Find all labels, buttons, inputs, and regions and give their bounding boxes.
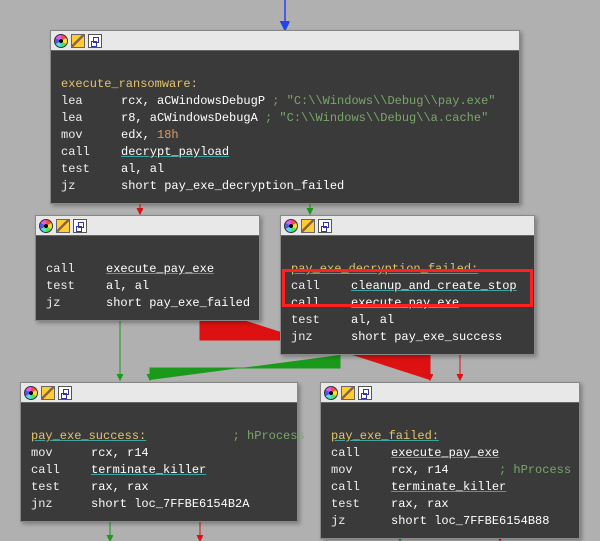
graph-icon[interactable] — [318, 219, 332, 233]
code-body: pay_exe_success: ; hProcess movrcx, r14 … — [21, 403, 297, 521]
block-execute-ransomware[interactable]: execute_ransomware: learcx, aCWindowsDeb… — [50, 30, 520, 204]
block-pay-exe-failed[interactable]: pay_exe_failed: callexecute_pay_exe movr… — [320, 382, 580, 539]
code-body: pay_exe_failed: callexecute_pay_exe movr… — [321, 403, 579, 538]
color-wheel-icon[interactable] — [54, 34, 68, 48]
edit-icon[interactable] — [341, 386, 355, 400]
block-label: execute_ransomware: — [61, 77, 198, 91]
block-titlebar[interactable] — [321, 383, 579, 403]
block-titlebar[interactable] — [21, 383, 297, 403]
block-label: pay_exe_decryption_failed: — [291, 262, 478, 276]
code-body: callexecute_pay_exe testal, al jzshort p… — [36, 236, 259, 320]
edit-icon[interactable] — [56, 219, 70, 233]
color-wheel-icon[interactable] — [39, 219, 53, 233]
color-wheel-icon[interactable] — [284, 219, 298, 233]
block-call-execute-pay-exe[interactable]: callexecute_pay_exe testal, al jzshort p… — [35, 215, 260, 321]
block-titlebar[interactable] — [281, 216, 534, 236]
graph-icon[interactable] — [358, 386, 372, 400]
block-label: pay_exe_success: — [31, 429, 146, 443]
edit-icon[interactable] — [71, 34, 85, 48]
edit-icon[interactable] — [301, 219, 315, 233]
code-body: execute_ransomware: learcx, aCWindowsDeb… — [51, 51, 519, 203]
block-titlebar[interactable] — [36, 216, 259, 236]
block-pay-exe-success[interactable]: pay_exe_success: ; hProcess movrcx, r14 … — [20, 382, 298, 522]
edit-icon[interactable] — [41, 386, 55, 400]
block-pay-exe-decryption-failed[interactable]: pay_exe_decryption_failed: callcleanup_a… — [280, 215, 535, 355]
graph-icon[interactable] — [73, 219, 87, 233]
color-wheel-icon[interactable] — [24, 386, 38, 400]
graph-icon[interactable] — [88, 34, 102, 48]
color-wheel-icon[interactable] — [324, 386, 338, 400]
block-titlebar[interactable] — [51, 31, 519, 51]
graph-icon[interactable] — [58, 386, 72, 400]
block-label: pay_exe_failed: — [331, 429, 439, 443]
code-body: pay_exe_decryption_failed: callcleanup_a… — [281, 236, 534, 354]
